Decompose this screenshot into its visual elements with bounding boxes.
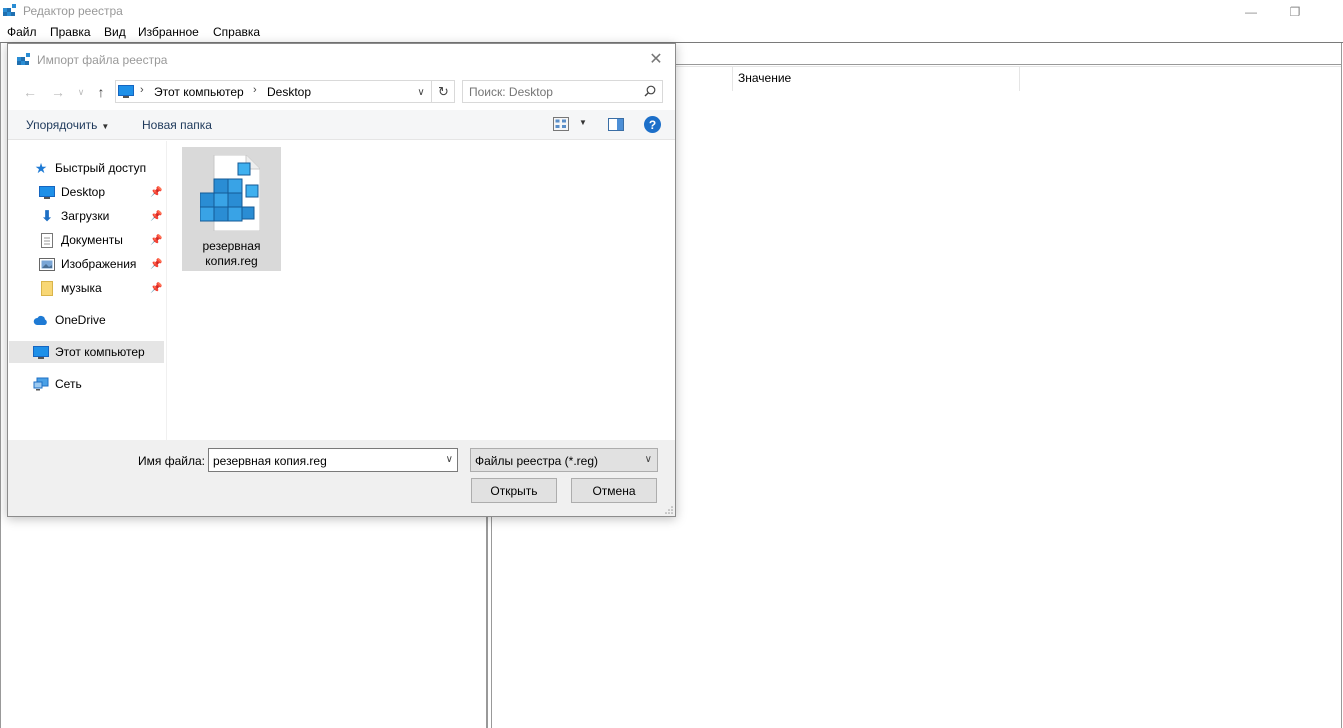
star-icon: ★ bbox=[34, 159, 48, 176]
nav-onedrive[interactable]: OneDrive bbox=[33, 309, 106, 331]
breadcrumb-desktop[interactable]: Desktop bbox=[267, 85, 311, 99]
refresh-icon[interactable]: ↻ bbox=[431, 81, 455, 102]
nav-item-music[interactable]: музыка 📌 bbox=[39, 277, 164, 299]
forward-arrow-icon[interactable]: → bbox=[48, 82, 68, 102]
dialog-title: Импорт файла реестра bbox=[37, 53, 168, 67]
address-row: ← → ∨ ↑ › Этот компьютер › Desktop ∨ ↻ bbox=[8, 77, 675, 107]
nav-item-pictures[interactable]: Изображения 📌 bbox=[39, 253, 164, 275]
search-icon[interactable] bbox=[644, 85, 656, 97]
pin-icon[interactable]: 📌 bbox=[150, 211, 162, 222]
tree-pane-border bbox=[0, 43, 1, 728]
main-menu-bar: Файл Правка Вид Избранное Справка bbox=[0, 23, 1343, 42]
nav-network[interactable]: Сеть bbox=[33, 373, 82, 395]
nav-label: Изображения bbox=[61, 257, 137, 271]
nav-label: музыка bbox=[61, 281, 102, 295]
chevron-down-icon: ∨ bbox=[644, 454, 652, 465]
file-list: резервная копия.reg bbox=[168, 141, 675, 441]
picture-icon bbox=[39, 256, 55, 272]
breadcrumb-separator-icon: › bbox=[253, 84, 257, 96]
nav-label: OneDrive bbox=[55, 313, 106, 327]
view-options-dropdown-icon[interactable]: ▼ bbox=[579, 118, 587, 127]
filename-input[interactable] bbox=[213, 453, 433, 468]
search-box[interactable] bbox=[462, 80, 663, 103]
column-header-value[interactable]: Значение bbox=[738, 71, 791, 85]
dialog-titlebar: Импорт файла реестра ✕ bbox=[8, 44, 675, 74]
file-name: резервная копия.reg bbox=[182, 239, 281, 269]
folder-icon bbox=[39, 280, 55, 296]
file-item[interactable]: резервная копия.reg bbox=[182, 147, 281, 271]
nav-label: Документы bbox=[61, 233, 123, 247]
breadcrumb-separator-icon: › bbox=[140, 84, 144, 96]
minimize-button[interactable]: — bbox=[1228, 0, 1274, 23]
nav-item-documents[interactable]: Документы 📌 bbox=[39, 229, 164, 251]
nav-label: Загрузки bbox=[61, 209, 110, 223]
download-arrow-icon: ⬇ bbox=[40, 208, 54, 225]
pin-icon[interactable]: 📌 bbox=[150, 187, 162, 198]
column-separator[interactable] bbox=[1019, 67, 1020, 91]
menu-favorites[interactable]: Избранное bbox=[138, 25, 199, 39]
pin-icon[interactable]: 📌 bbox=[150, 259, 162, 270]
main-titlebar: Редактор реестра — ❐ bbox=[0, 0, 1343, 23]
organize-label: Упорядочить bbox=[26, 118, 98, 132]
navigation-pane: ★ Быстрый доступ Desktop 📌 ⬇ Загрузки 📌 … bbox=[8, 141, 167, 441]
menu-edit[interactable]: Правка bbox=[50, 25, 91, 39]
chevron-down-icon[interactable]: ∨ bbox=[414, 84, 428, 100]
nav-item-desktop[interactable]: Desktop 📌 bbox=[39, 181, 164, 203]
file-name-line-1: резервная bbox=[202, 239, 261, 253]
pin-icon[interactable]: 📌 bbox=[150, 283, 162, 294]
restore-button[interactable]: ❐ bbox=[1272, 0, 1318, 23]
filename-combobox[interactable]: ∨ bbox=[208, 448, 458, 472]
values-pane-right-border bbox=[1341, 43, 1342, 728]
menu-file[interactable]: Файл bbox=[7, 25, 37, 39]
pin-icon[interactable]: 📌 bbox=[150, 235, 162, 246]
network-icon bbox=[33, 376, 49, 392]
address-bar[interactable]: › Этот компьютер › Desktop ∨ ↻ bbox=[115, 80, 455, 103]
registry-file-icon bbox=[200, 155, 260, 231]
close-icon[interactable]: ✕ bbox=[641, 47, 671, 71]
registry-editor-icon bbox=[3, 4, 16, 16]
preview-pane-icon[interactable] bbox=[608, 118, 624, 131]
menu-view[interactable]: Вид bbox=[104, 25, 126, 39]
nav-label: Desktop bbox=[61, 185, 106, 199]
computer-icon bbox=[118, 85, 134, 98]
chevron-down-icon[interactable]: ∨ bbox=[446, 454, 453, 465]
up-arrow-icon[interactable]: ↑ bbox=[91, 82, 111, 102]
dialog-toolbar: Упорядочить ▼ Новая папка ▼ ? bbox=[8, 110, 675, 140]
nav-label: Быстрый доступ bbox=[55, 161, 147, 175]
open-button[interactable]: Открыть bbox=[471, 478, 557, 503]
dropdown-arrow-icon: ▼ bbox=[101, 122, 110, 131]
desktop-icon bbox=[39, 184, 55, 200]
file-type-value: Файлы реестра (*.reg) bbox=[475, 454, 598, 468]
cancel-button[interactable]: Отмена bbox=[571, 478, 657, 503]
nav-label: Этот компьютер bbox=[55, 345, 145, 359]
nav-quick-access[interactable]: ★ Быстрый доступ bbox=[33, 157, 146, 179]
filename-label: Имя файла: bbox=[138, 454, 205, 468]
menu-help[interactable]: Справка bbox=[213, 25, 260, 39]
resize-grip-icon[interactable] bbox=[665, 506, 673, 514]
breadcrumb-this-pc[interactable]: Этот компьютер bbox=[154, 85, 244, 99]
file-name-line-2: копия.reg bbox=[205, 254, 258, 268]
document-icon bbox=[39, 232, 55, 248]
dialog-footer: Имя файла: ∨ Файлы реестра (*.reg) ∨ Отк… bbox=[8, 440, 675, 516]
back-arrow-icon[interactable]: ← bbox=[20, 82, 40, 102]
main-window-title: Редактор реестра bbox=[23, 4, 123, 18]
recent-locations-chevron-icon[interactable]: ∨ bbox=[71, 82, 91, 102]
nav-item-downloads[interactable]: ⬇ Загрузки 📌 bbox=[39, 205, 164, 227]
registry-editor-icon bbox=[17, 53, 30, 65]
new-folder-button[interactable]: Новая папка bbox=[142, 118, 212, 132]
computer-icon bbox=[33, 344, 49, 360]
organize-button[interactable]: Упорядочить ▼ bbox=[26, 118, 109, 132]
search-input[interactable] bbox=[469, 84, 639, 100]
nav-this-pc[interactable]: Этот компьютер bbox=[9, 341, 164, 363]
help-icon[interactable]: ? bbox=[644, 116, 661, 133]
cloud-icon bbox=[33, 312, 49, 328]
file-type-select[interactable]: Файлы реестра (*.reg) ∨ bbox=[470, 448, 658, 472]
nav-label: Сеть bbox=[55, 377, 82, 391]
column-separator[interactable] bbox=[732, 67, 733, 91]
change-view-icon[interactable] bbox=[553, 117, 569, 131]
import-dialog: Импорт файла реестра ✕ ← → ∨ ↑ › Этот ко… bbox=[7, 43, 676, 517]
